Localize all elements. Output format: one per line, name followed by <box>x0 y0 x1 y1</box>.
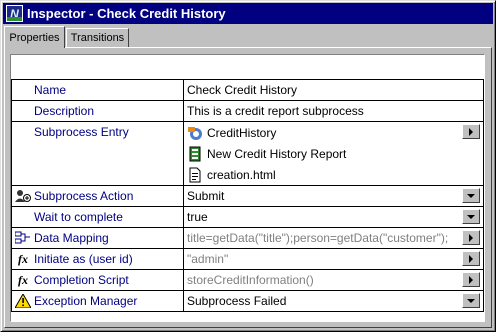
warning-icon <box>15 294 31 308</box>
subprocess-entry-field: CreditHistory New Credit History Report <box>183 121 484 186</box>
fx-icon: fx <box>18 272 28 287</box>
property-completion-script-label: Completion Script <box>34 273 129 287</box>
app-icon: N <box>6 5 23 22</box>
report-icon <box>187 146 203 162</box>
completion-script-edit-button[interactable] <box>462 272 480 287</box>
description-value[interactable]: This is a credit report subprocess <box>184 101 483 121</box>
wait-to-complete-dropdown[interactable]: true <box>183 206 484 228</box>
exception-manager-dropdown-button[interactable] <box>462 293 480 308</box>
completion-script-value: storeCreditInformation() <box>187 273 314 287</box>
property-initiate-as-label: Initiate as (user id) <box>34 252 133 266</box>
tab-transitions-label: Transitions <box>70 32 125 44</box>
grid-header-spacer <box>11 55 484 79</box>
property-row-wait-to-complete: Wait to complete true <box>11 206 484 228</box>
users-icon <box>15 189 31 203</box>
exception-manager-dropdown[interactable]: Subprocess Failed <box>183 290 484 312</box>
description-field[interactable]: This is a credit report subprocess <box>183 100 484 122</box>
subprocess-action-dropdown-button[interactable] <box>462 188 480 203</box>
window-title: Inspector - Check Credit History <box>27 6 226 21</box>
completion-script-field[interactable]: storeCreditInformation() <box>183 269 484 291</box>
arrow-right-icon <box>469 254 473 263</box>
property-row-subprocess-entry: Subprocess Entry CreditHistory New Credi… <box>11 121 484 186</box>
initiate-as-value: "admin" <box>187 252 229 266</box>
subprocess-entry-item[interactable]: creation.html <box>184 164 483 185</box>
property-subprocess-action-cell: Subprocess Action <box>12 186 183 206</box>
initiate-as-edit-button[interactable] <box>462 251 480 266</box>
tab-properties[interactable]: Properties <box>4 26 65 48</box>
initiate-as-field[interactable]: "admin" <box>183 248 484 270</box>
property-data-mapping-label: Data Mapping <box>34 231 109 245</box>
name-field[interactable]: Check Credit History <box>183 79 484 101</box>
property-subprocess-entry-label: Subprocess Entry <box>34 125 129 139</box>
subprocess-action-value: Submit <box>187 189 225 203</box>
chevron-down-icon <box>467 298 475 303</box>
process-icon <box>187 125 203 141</box>
property-row-description: Description This is a credit report subp… <box>11 100 484 122</box>
name-value[interactable]: Check Credit History <box>184 80 483 100</box>
html-file-icon <box>187 167 203 183</box>
app-icon-letter: N <box>10 6 19 21</box>
subprocess-entry-report-text: New Credit History Report <box>207 146 347 161</box>
data-mapping-field[interactable]: title=getData("title");person=getData("c… <box>183 227 484 249</box>
subprocess-entry-item[interactable]: New Credit History Report <box>184 143 483 164</box>
property-description-label: Description <box>34 104 95 118</box>
subprocess-entry-process-text: CreditHistory <box>207 125 277 140</box>
property-row-exception-manager: Exception Manager Subprocess Failed <box>11 290 484 312</box>
subprocess-entry-browse-button[interactable] <box>462 124 480 139</box>
property-exception-manager-label: Exception Manager <box>34 294 138 308</box>
data-mapping-edit-button[interactable] <box>462 230 480 245</box>
tab-strip: Properties Transitions <box>4 26 492 48</box>
property-row-data-mapping: Data Mapping title=getData("title");pers… <box>11 227 484 249</box>
data-mapping-icon <box>15 231 31 245</box>
subprocess-entry-html-text: creation.html <box>207 167 276 182</box>
property-row-name: Name Check Credit History <box>11 79 484 101</box>
chevron-down-icon <box>467 214 475 219</box>
property-subprocess-action-label: Subprocess Action <box>34 189 134 203</box>
property-name-label: Name <box>34 83 67 97</box>
property-row-completion-script: fx Completion Script storeCreditInformat… <box>11 269 484 291</box>
subprocess-entry-item[interactable]: CreditHistory <box>184 122 483 143</box>
property-table: Name Check Credit History Description Th… <box>11 79 484 312</box>
chevron-down-icon <box>467 193 475 198</box>
property-wait-to-complete-label: Wait to complete <box>34 210 123 224</box>
wait-to-complete-value: true <box>187 210 208 224</box>
data-mapping-value: title=getData("title");person=getData("c… <box>187 231 449 245</box>
wait-to-complete-dropdown-button[interactable] <box>462 209 480 224</box>
properties-panel: Name Check Credit History Description Th… <box>4 47 492 328</box>
property-grid: Name Check Credit History Description Th… <box>10 54 485 322</box>
tab-properties-label: Properties <box>9 31 60 44</box>
title-bar[interactable]: N Inspector - Check Credit History <box>3 3 493 24</box>
exception-manager-value: Subprocess Failed <box>187 294 287 308</box>
subprocess-action-dropdown[interactable]: Submit <box>183 185 484 207</box>
arrow-right-icon <box>469 275 473 284</box>
property-row-subprocess-action: Subprocess Action Submit <box>11 185 484 207</box>
fx-icon: fx <box>18 251 28 266</box>
tab-transitions[interactable]: Transitions <box>66 28 129 47</box>
arrow-right-icon <box>469 233 473 242</box>
property-row-initiate-as: fx Initiate as (user id) "admin" <box>11 248 484 270</box>
arrow-right-icon <box>469 127 473 136</box>
